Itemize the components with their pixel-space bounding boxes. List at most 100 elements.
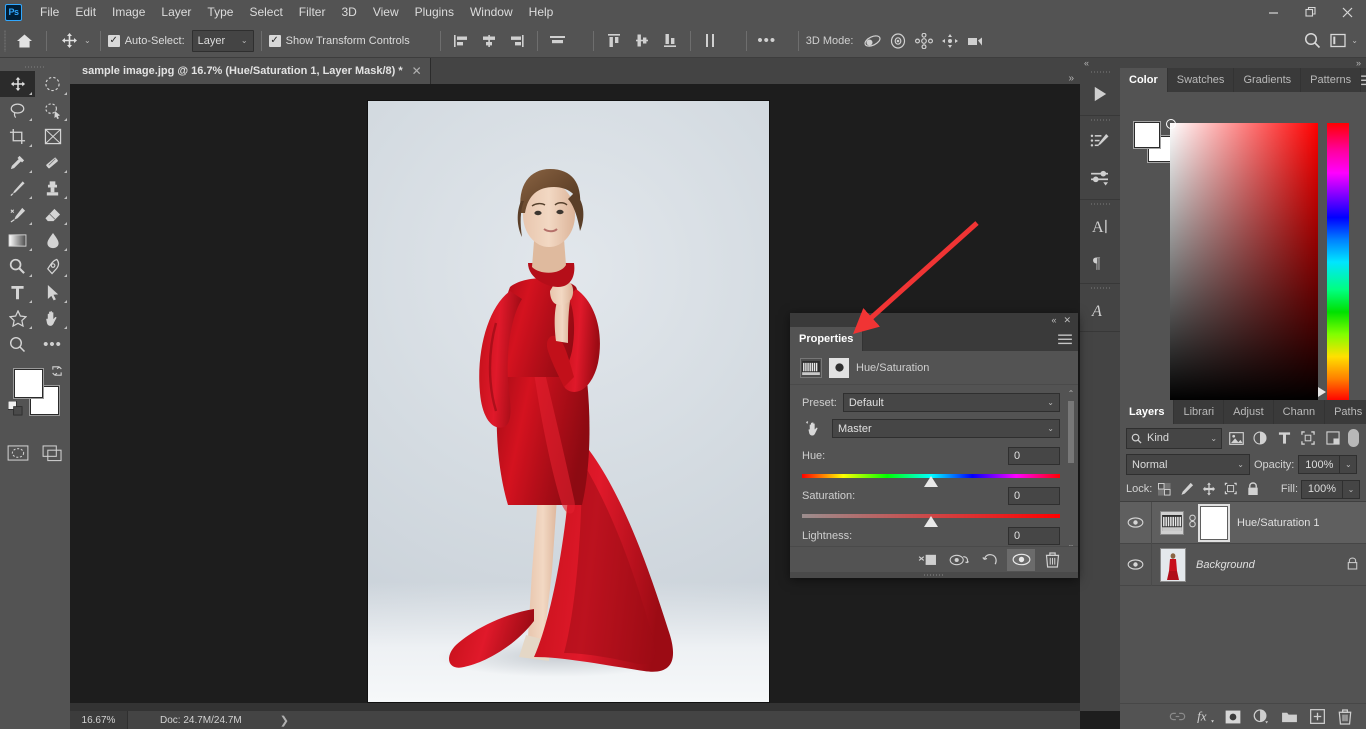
distribute-vertical-icon[interactable] [698, 28, 724, 54]
channel-select[interactable]: Master ⌄ [832, 419, 1060, 438]
saturation-value-input[interactable]: 0 [1008, 487, 1060, 505]
blend-mode-select[interactable]: Normal ⌄ [1126, 454, 1250, 475]
spot-healing-brush-tool[interactable] [35, 149, 70, 175]
align-vertical-centers-icon[interactable] [629, 28, 655, 54]
orbit-3d-icon[interactable] [859, 28, 885, 54]
close-button[interactable] [1329, 0, 1366, 24]
tab-color[interactable]: Color [1120, 68, 1168, 92]
lock-all-icon[interactable] [1243, 480, 1262, 499]
hue-saturation-icon[interactable] [800, 357, 822, 378]
active-tool-preset[interactable]: ⌄ [54, 28, 93, 54]
search-icon[interactable] [1299, 28, 1325, 54]
layer-mask-thumb-icon[interactable] [829, 357, 849, 378]
more-options-icon[interactable]: ••• [754, 28, 780, 54]
table-row[interactable]: Hue/Saturation 1 [1120, 501, 1366, 544]
camera-3d-icon[interactable] [963, 28, 989, 54]
actions-play-icon[interactable] [1080, 76, 1120, 112]
move-tool[interactable] [0, 71, 35, 97]
table-row[interactable]: Background [1120, 543, 1366, 586]
toggle-previous-state-icon[interactable] [945, 549, 973, 571]
menu-file[interactable]: File [32, 0, 67, 24]
horizontal-type-tool[interactable] [0, 279, 35, 305]
workspace-icon[interactable] [1325, 28, 1351, 54]
show-transform-controls-checkbox[interactable]: ✓ Show Transform Controls [268, 34, 410, 47]
foreground-color-swatch[interactable] [13, 368, 44, 399]
move-tool-icon[interactable] [56, 28, 82, 54]
path-selection-tool[interactable] [35, 279, 70, 305]
filter-adjustment-icon[interactable] [1250, 428, 1270, 449]
menu-view[interactable]: View [365, 0, 407, 24]
dodge-tool[interactable] [0, 253, 35, 279]
hand-tool[interactable] [35, 305, 70, 331]
on-image-adjust-icon[interactable] [802, 420, 826, 438]
hue-strip[interactable] [1318, 123, 1349, 401]
filter-smart-object-icon[interactable] [1323, 428, 1343, 449]
saturation-slider-thumb[interactable] [924, 516, 938, 527]
character-panel-icon[interactable]: A [1080, 208, 1120, 244]
styles-panel-icon[interactable]: A [1080, 292, 1120, 328]
close-icon[interactable]: ✕ [1063, 315, 1071, 326]
hue-saturation-thumbnail[interactable] [1160, 510, 1184, 535]
tab-gradients[interactable]: Gradients [1234, 68, 1302, 92]
brush-settings-icon[interactable] [1080, 124, 1120, 160]
rail-collapse-icon[interactable]: « [1080, 58, 1120, 68]
lock-image-pixels-icon[interactable] [1177, 480, 1196, 499]
adjustments-icon[interactable] [1080, 160, 1120, 196]
custom-shape-tool[interactable] [0, 305, 35, 331]
hue-slider-track[interactable] [802, 474, 1060, 487]
lock-position-icon[interactable] [1199, 480, 1218, 499]
panel-menu-icon[interactable] [1052, 327, 1078, 351]
layer-visibility-icon[interactable] [1120, 501, 1152, 544]
align-left-edges-icon[interactable] [448, 28, 474, 54]
tab-patterns[interactable]: Patterns [1301, 68, 1362, 92]
properties-vertical-scrollbar[interactable]: ⌃ ⌄ [1066, 389, 1076, 549]
tool-preset-caret[interactable]: ⌄ [84, 36, 91, 45]
eyedropper-tool[interactable] [0, 149, 35, 175]
tab-channels[interactable]: Chann [1273, 400, 1326, 424]
horizontal-scrollbar[interactable] [70, 703, 1080, 711]
delete-layer-icon[interactable] [1332, 705, 1358, 729]
lasso-tool[interactable] [0, 97, 35, 123]
collapse-icon[interactable]: « [1051, 315, 1056, 325]
tab-libraries[interactable]: Librari [1174, 400, 1225, 424]
default-colors-icon[interactable] [7, 400, 23, 419]
panels-collapse-bar[interactable]: » [1120, 58, 1366, 68]
preset-select[interactable]: Default ⌄ [842, 393, 1060, 412]
brush-tool[interactable] [0, 175, 35, 201]
scroll-up-icon[interactable]: ⌃ [1066, 389, 1076, 398]
swap-colors-icon[interactable] [51, 365, 63, 380]
eraser-tool[interactable] [35, 201, 70, 227]
menu-filter[interactable]: Filter [291, 0, 334, 24]
menu-type[interactable]: Type [199, 0, 241, 24]
pan-3d-icon[interactable] [911, 28, 937, 54]
align-right-edges-icon[interactable] [504, 28, 530, 54]
clone-stamp-tool[interactable] [35, 175, 70, 201]
filter-shape-icon[interactable] [1298, 428, 1318, 449]
tab-properties[interactable]: Properties [790, 327, 864, 351]
align-bottom-edges-icon[interactable] [657, 28, 683, 54]
zoom-tool[interactable] [0, 331, 35, 357]
menu-edit[interactable]: Edit [67, 0, 104, 24]
roll-3d-icon[interactable] [885, 28, 911, 54]
scrollbar-thumb[interactable] [1068, 401, 1074, 463]
filter-pixel-icon[interactable] [1226, 428, 1246, 449]
auto-select-scope-select[interactable]: Layer ⌄ [191, 29, 254, 52]
properties-panel-resize-grip[interactable] [790, 572, 1078, 578]
minimize-button[interactable] [1255, 0, 1292, 24]
pen-tool[interactable] [35, 253, 70, 279]
add-layer-mask-icon[interactable] [1220, 705, 1246, 729]
link-thumbnails-icon[interactable] [1188, 513, 1197, 532]
toggle-visibility-icon[interactable] [1007, 548, 1035, 571]
lock-transparent-pixels-icon[interactable] [1155, 480, 1174, 499]
opacity-caret-icon[interactable]: ⌄ [1340, 455, 1358, 474]
maximize-button[interactable] [1292, 0, 1329, 24]
screen-mode-icon[interactable] [35, 438, 70, 468]
tab-layers[interactable]: Layers [1120, 400, 1175, 424]
new-adjustment-layer-icon[interactable] [1248, 705, 1274, 729]
color-field[interactable] [1166, 119, 1318, 401]
layer-visibility-icon[interactable] [1120, 543, 1152, 586]
layer-mask-thumbnail[interactable] [1198, 503, 1230, 542]
tabbar-overflow-icon[interactable]: » [1068, 73, 1080, 84]
paragraph-panel-icon[interactable]: ¶ [1080, 244, 1120, 280]
opacity-value[interactable]: 100% [1298, 455, 1341, 474]
